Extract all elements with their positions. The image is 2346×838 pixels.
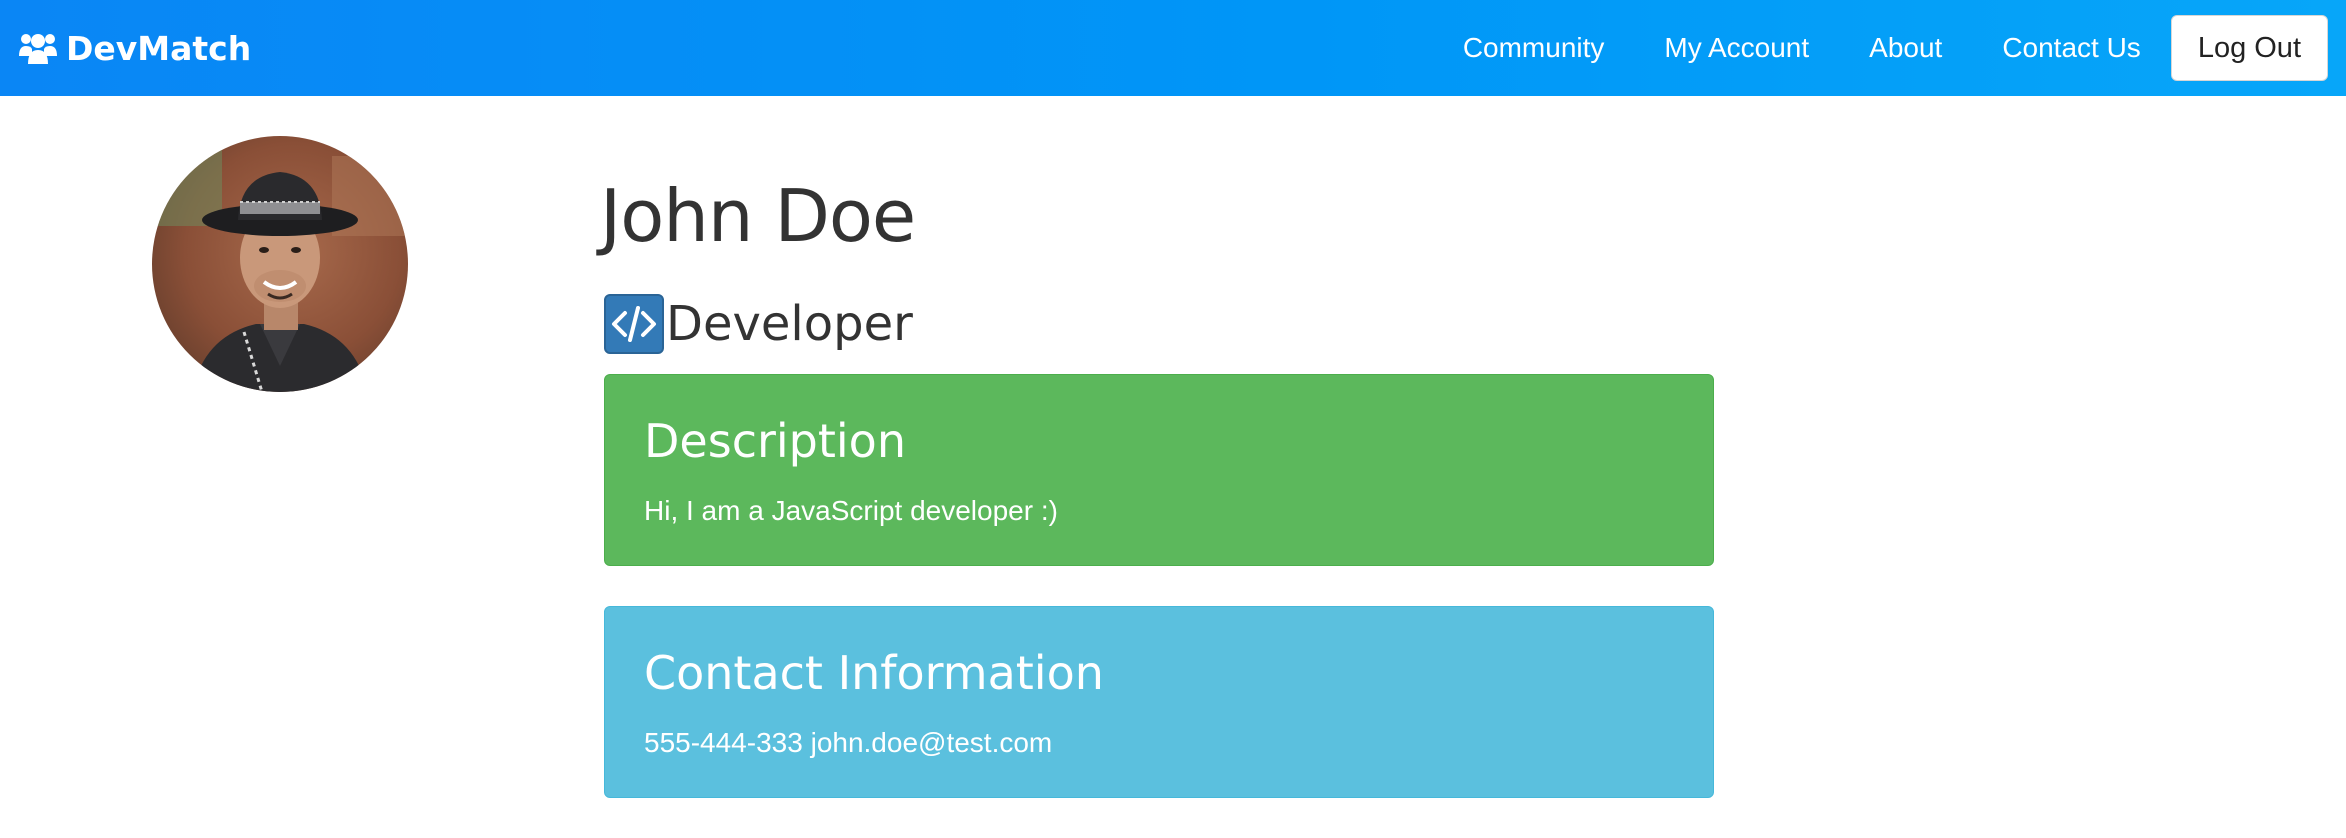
description-panel: Description Hi, I am a JavaScript develo… bbox=[604, 374, 1714, 566]
brand-link[interactable]: DevMatch bbox=[18, 22, 251, 74]
nav-link-my-account[interactable]: My Account bbox=[1634, 0, 1839, 96]
brand-name: DevMatch bbox=[66, 28, 252, 68]
users-icon bbox=[18, 30, 58, 66]
nav-link-about[interactable]: About bbox=[1839, 0, 1972, 96]
top-navbar: DevMatch Community My Account About Cont… bbox=[0, 0, 2346, 96]
contact-title: Contact Information bbox=[644, 646, 1104, 700]
description-text: Hi, I am a JavaScript developer :) bbox=[644, 495, 1058, 526]
description-title: Description bbox=[644, 414, 906, 468]
avatar bbox=[152, 136, 408, 392]
contact-phone: 555-444-333 bbox=[644, 727, 803, 758]
profile-name: John Doe bbox=[600, 174, 916, 258]
nav-link-community[interactable]: Community bbox=[1433, 0, 1635, 96]
code-icon bbox=[604, 294, 664, 354]
contact-email: john.doe@test.com bbox=[810, 727, 1053, 758]
role-line: Developer bbox=[604, 294, 913, 354]
contact-details: 555-444-333 john.doe@test.com bbox=[644, 725, 1674, 761]
nav-link-contact-us[interactable]: Contact Us bbox=[1972, 0, 2171, 96]
contact-panel: Contact Information 555-444-333 john.doe… bbox=[604, 606, 1714, 798]
profile-photo bbox=[152, 136, 408, 392]
logout-button[interactable]: Log Out bbox=[2170, 15, 2328, 81]
nav-links: Community My Account About Contact Us Lo… bbox=[1433, 0, 2346, 96]
role-label: Developer bbox=[666, 296, 913, 352]
